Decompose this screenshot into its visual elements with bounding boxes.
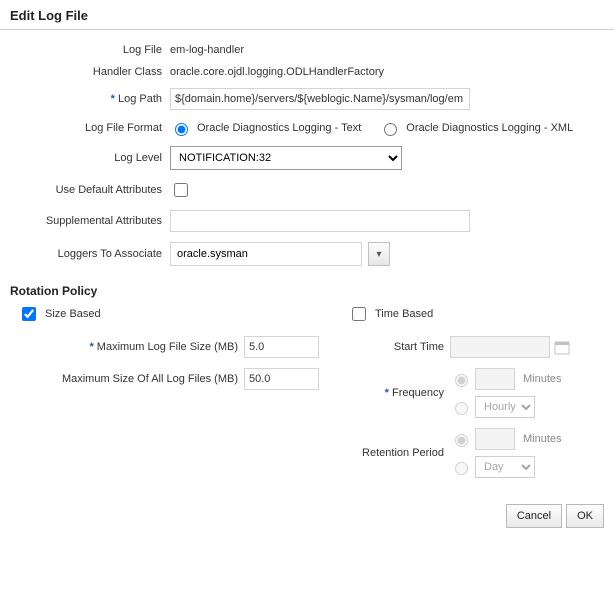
cancel-button[interactable]: Cancel <box>506 504 562 528</box>
frequency-minutes-unit: Minutes <box>523 373 562 385</box>
frequency-hourly-radio[interactable] <box>455 402 468 415</box>
frequency-minutes-radio[interactable] <box>455 374 468 387</box>
time-based-label: Time Based <box>375 308 433 320</box>
loggers-to-associate-select[interactable]: oracle.sysman <box>170 242 362 266</box>
value-log-file: em-log-handler <box>170 44 604 56</box>
label-log-file: Log File <box>10 44 170 56</box>
value-handler-class: oracle.core.ojdl.logging.ODLHandlerFacto… <box>170 66 604 78</box>
max-log-file-size-input[interactable] <box>244 336 319 358</box>
calendar-icon[interactable] <box>554 339 570 355</box>
form-container: Log File em-log-handler Handler Class or… <box>0 30 614 266</box>
supplemental-attributes-input[interactable] <box>170 210 470 232</box>
rotation-policy: Size Based Maximum Log File Size (MB) Ma… <box>0 304 614 498</box>
time-based-column: Time Based Start Time Frequency Minutes <box>340 304 604 488</box>
retention-minutes-radio[interactable] <box>455 434 468 447</box>
label-handler-class: Handler Class <box>10 66 170 78</box>
label-start-time: Start Time <box>340 341 450 353</box>
use-default-attributes-checkbox[interactable] <box>174 183 188 197</box>
retention-minutes-input[interactable] <box>475 428 515 450</box>
button-bar: Cancel OK <box>0 498 614 538</box>
format-text-label: Oracle Diagnostics Logging - Text <box>197 122 361 134</box>
label-log-level: Log Level <box>10 152 170 164</box>
label-retention-period: Retention Period <box>340 447 450 459</box>
label-max-log-file-size: Maximum Log File Size (MB) <box>10 341 244 353</box>
dialog-title: Edit Log File <box>0 0 614 30</box>
format-text-radio[interactable] <box>175 123 188 136</box>
rotation-policy-title: Rotation Policy <box>0 276 614 304</box>
label-use-default-attributes: Use Default Attributes <box>10 184 170 196</box>
size-based-column: Size Based Maximum Log File Size (MB) Ma… <box>10 304 340 488</box>
chevron-down-icon[interactable]: ▾ <box>368 242 390 266</box>
retention-day-radio[interactable] <box>455 462 468 475</box>
label-loggers-to-associate: Loggers To Associate <box>10 248 170 260</box>
max-all-log-files-input[interactable] <box>244 368 319 390</box>
label-frequency: Frequency <box>340 387 450 399</box>
start-time-input[interactable] <box>450 336 550 358</box>
size-based-label: Size Based <box>45 308 101 320</box>
size-based-checkbox[interactable] <box>22 307 36 321</box>
retention-minutes-unit: Minutes <box>523 433 562 445</box>
frequency-unit-select[interactable]: Hourly <box>475 396 535 418</box>
label-log-file-format: Log File Format <box>10 122 170 134</box>
format-xml-radio[interactable] <box>384 123 397 136</box>
frequency-minutes-input[interactable] <box>475 368 515 390</box>
time-based-checkbox[interactable] <box>352 307 366 321</box>
ok-button[interactable]: OK <box>566 504 604 528</box>
label-supplemental-attributes: Supplemental Attributes <box>10 215 170 227</box>
label-log-path: Log Path <box>10 93 170 105</box>
log-level-select[interactable]: NOTIFICATION:32 <box>170 146 402 170</box>
format-xml-label: Oracle Diagnostics Logging - XML <box>406 122 573 134</box>
log-path-input[interactable] <box>170 88 470 110</box>
retention-unit-select[interactable]: Day <box>475 456 535 478</box>
label-max-all-log-files: Maximum Size Of All Log Files (MB) <box>10 373 244 385</box>
